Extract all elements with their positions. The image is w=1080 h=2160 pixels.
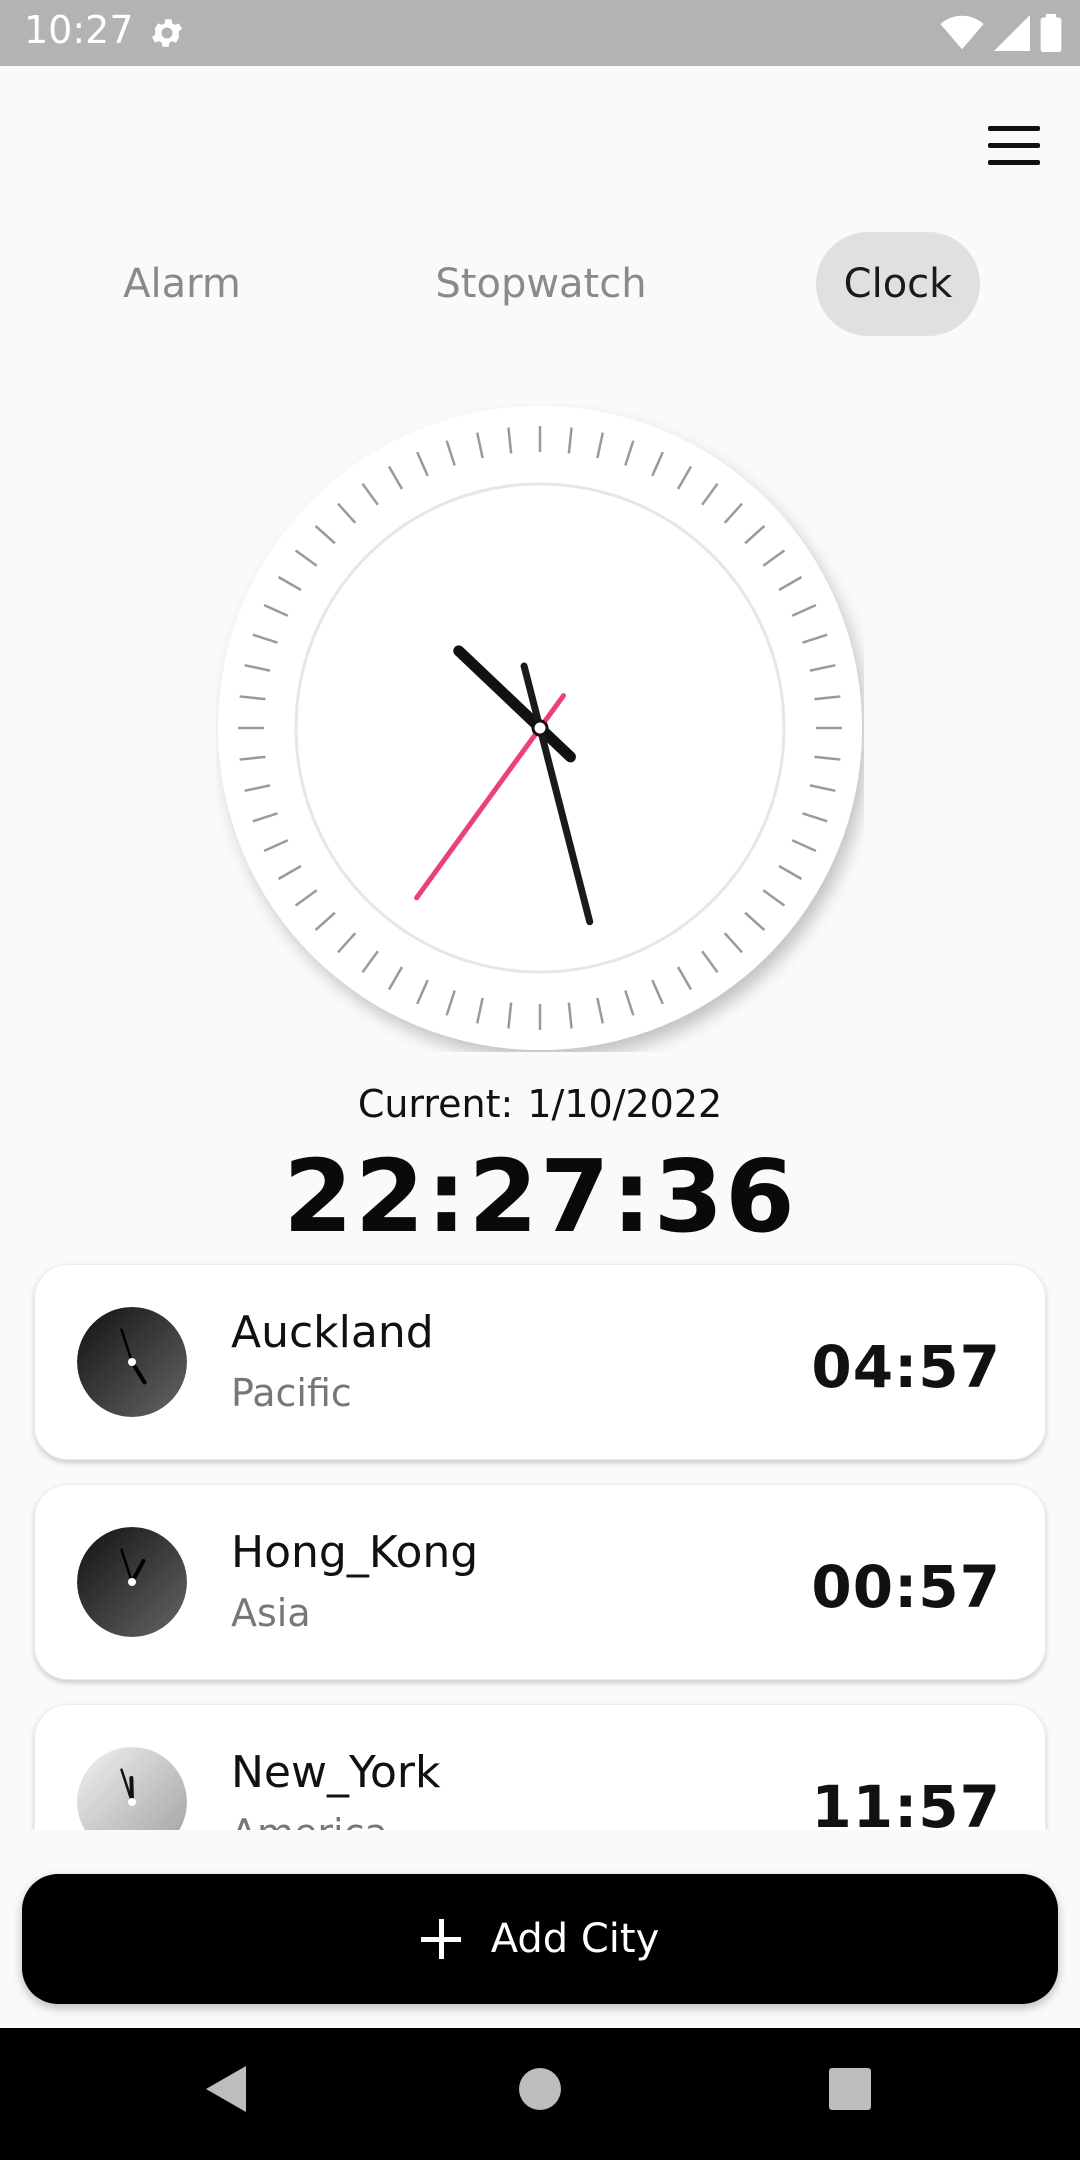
clock-center-pin [531, 719, 549, 737]
analog-clock [216, 404, 864, 1052]
status-time: 10:27 [24, 8, 134, 52]
add-city-label: Add City [490, 1916, 660, 1962]
city-region: Asia [231, 1591, 311, 1635]
wifi-icon [940, 15, 984, 50]
settings-gear-icon [151, 19, 183, 47]
city-card-hong-kong[interactable]: Hong_Kong Asia 00:57 [34, 1484, 1046, 1680]
city-time: 11:57 [811, 1773, 1001, 1830]
city-card-new-york[interactable]: New_York America 11:57 [34, 1704, 1046, 1830]
city-time: 04:57 [811, 1333, 1001, 1401]
plus-icon [420, 1919, 461, 1959]
current-label: Current: [357, 1082, 514, 1126]
add-city-button[interactable]: Add City [22, 1874, 1058, 2004]
current-date: 1/10/2022 [527, 1082, 723, 1126]
mini-clock-icon [77, 1527, 187, 1637]
tab-bar: Alarm Stopwatch Clock [0, 232, 1080, 336]
tab-clock[interactable]: Clock [816, 232, 980, 336]
current-time: 22:27:36 [283, 1138, 797, 1255]
tab-alarm[interactable]: Alarm [94, 232, 270, 336]
city-name: Auckland [231, 1307, 434, 1358]
city-time: 00:57 [811, 1553, 1001, 1621]
city-card-auckland[interactable]: Auckland Pacific 04:57 [34, 1264, 1046, 1460]
city-region: Pacific [231, 1371, 352, 1415]
back-icon[interactable] [204, 2064, 248, 2114]
current-date-line: Current: 1/10/2022 [0, 1082, 1080, 1126]
tab-stopwatch[interactable]: Stopwatch [414, 232, 668, 336]
status-icons [940, 14, 1062, 52]
city-list[interactable]: Auckland Pacific 04:57 Hong_Kong Asia 00… [0, 1262, 1080, 1830]
system-nav-bar [0, 2028, 1080, 2160]
city-name: New_York [231, 1747, 441, 1798]
signal-icon [994, 15, 1030, 51]
battery-icon [1040, 14, 1062, 52]
city-region: America [231, 1811, 388, 1830]
mini-clock-icon [77, 1747, 187, 1830]
home-icon[interactable] [518, 2064, 562, 2114]
menu-icon[interactable] [988, 126, 1040, 166]
city-name: Hong_Kong [231, 1527, 479, 1578]
mini-clock-icon [77, 1307, 187, 1417]
analog-clock-face [218, 406, 862, 1050]
recents-icon[interactable] [828, 2064, 872, 2114]
status-bar: 10:27 [0, 0, 1080, 66]
